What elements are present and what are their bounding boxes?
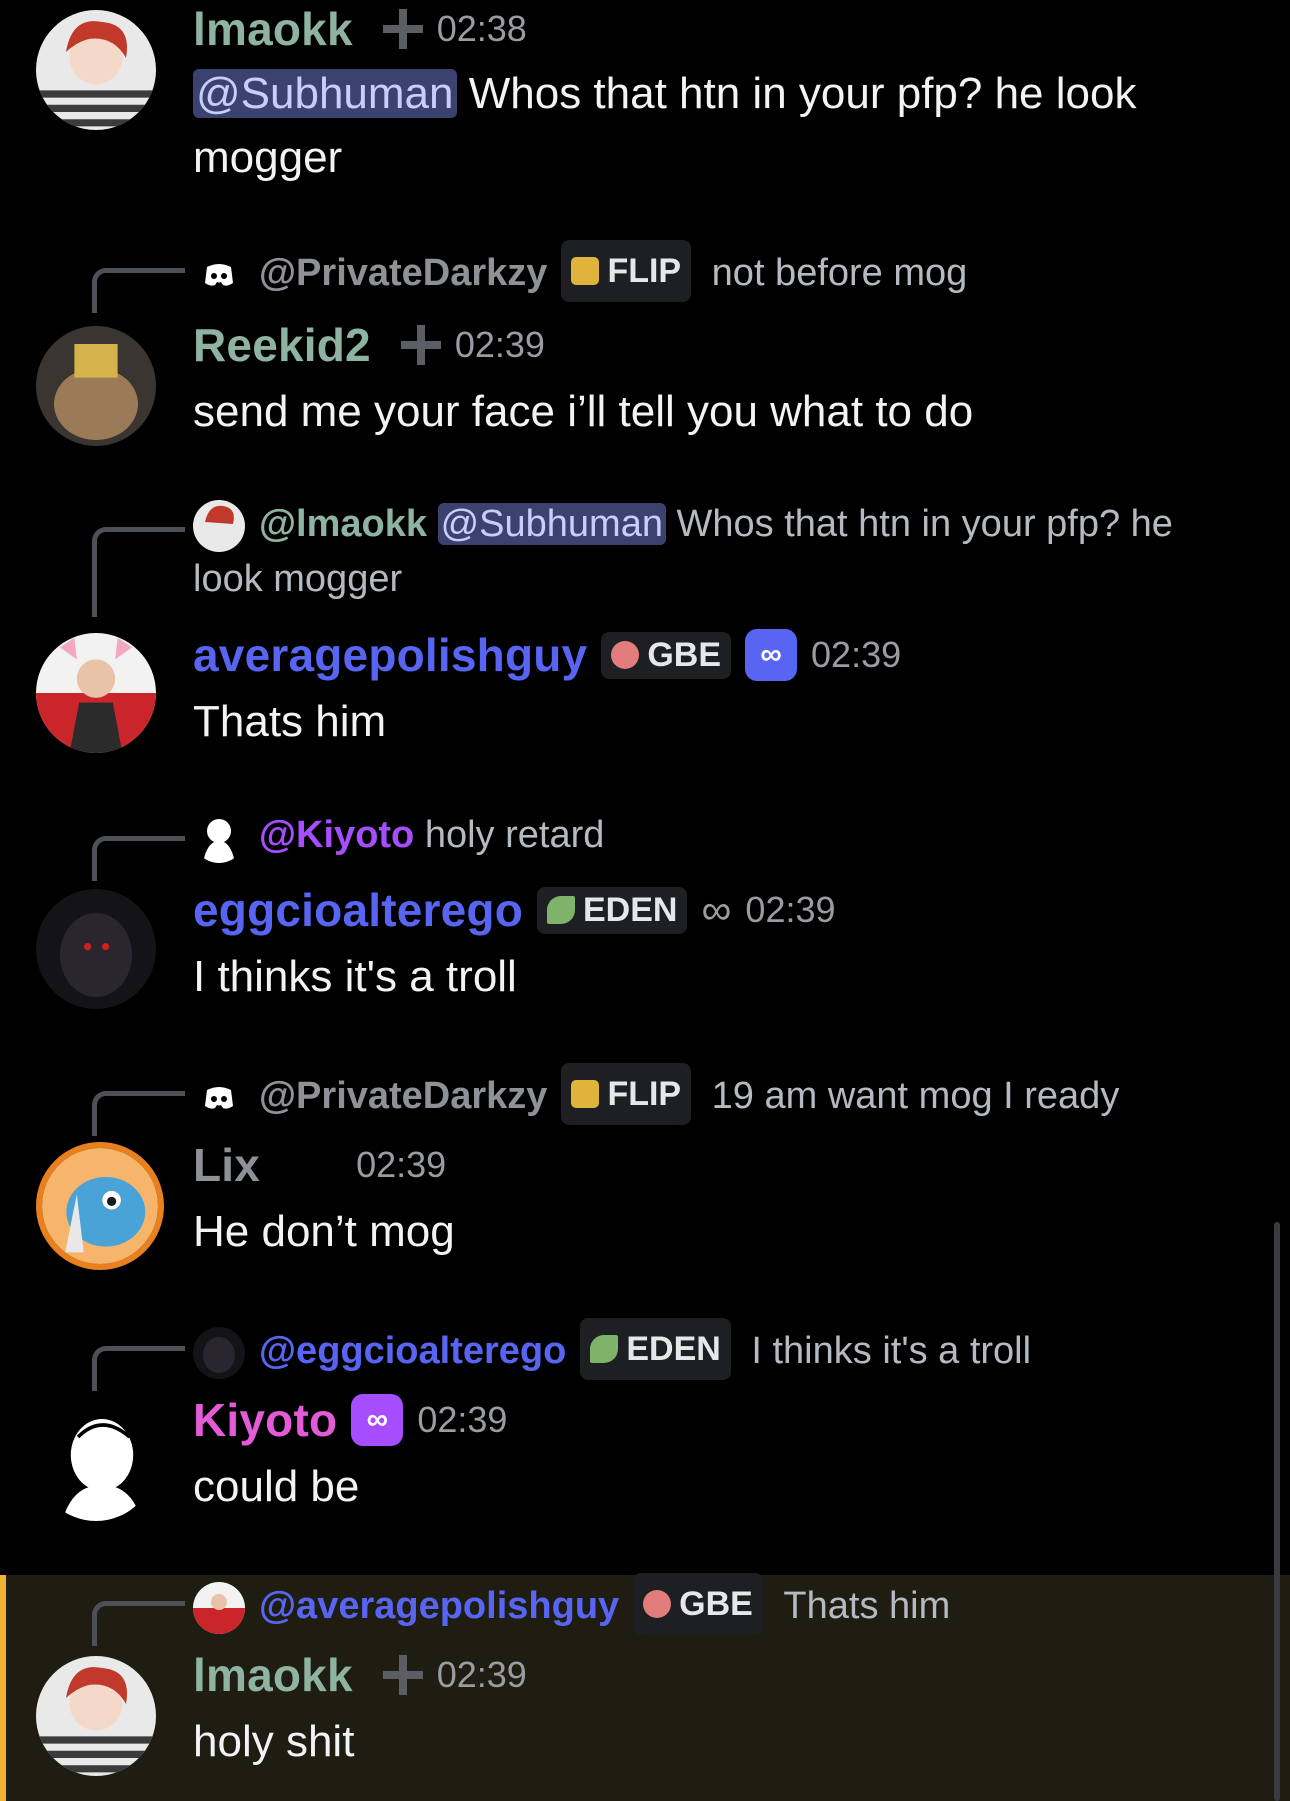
- avatar[interactable]: [36, 10, 156, 130]
- infinity-support-icon: ∞: [351, 1394, 404, 1446]
- reply-username[interactable]: @averagepolishguy: [259, 1585, 619, 1627]
- reply-spine: [92, 1601, 185, 1646]
- reply-spine: [92, 268, 185, 313]
- timestamp: 02:39: [811, 634, 902, 675]
- discord-icon: [193, 248, 245, 301]
- username[interactable]: Lix: [193, 1138, 260, 1192]
- infinity-support-icon: ∞: [745, 629, 798, 681]
- role-tag: GBE: [601, 631, 732, 679]
- reply-avatar: [193, 810, 245, 863]
- avatar-lmaokk-icon: [36, 10, 156, 130]
- mention[interactable]: @Subhuman: [193, 69, 457, 118]
- username[interactable]: averagepolishguy: [193, 628, 587, 682]
- highlight-accent-bar: [0, 1575, 6, 1801]
- role-tag: GBE: [633, 1573, 763, 1635]
- message-text: could be: [193, 1462, 360, 1511]
- username[interactable]: Kiyoto: [193, 1393, 337, 1447]
- money-icon: [571, 1080, 600, 1108]
- role-tag: FLIP: [561, 240, 692, 302]
- gem-icon: [643, 1590, 672, 1618]
- plus-icon: [400, 325, 441, 365]
- avatar-averagepolishguy-icon: [36, 633, 156, 753]
- plus-icon: [382, 9, 423, 49]
- reply-username[interactable]: @PrivateDarkzy: [259, 1075, 547, 1117]
- username[interactable]: Reekid2: [193, 318, 371, 372]
- avatar[interactable]: [36, 1142, 164, 1270]
- scrollbar[interactable]: [1274, 1222, 1280, 1801]
- leaf-icon: [590, 1335, 619, 1363]
- avatar[interactable]: [36, 889, 156, 1009]
- role-tag: EDEN: [580, 1318, 731, 1380]
- message-text: He don’t mog: [193, 1207, 455, 1256]
- role-tag: EDEN: [537, 886, 688, 934]
- timestamp: 02:39: [417, 1399, 508, 1440]
- money-icon: [571, 257, 600, 285]
- message-text: @Subhuman Whos that htn in your pfp? he …: [193, 62, 1170, 190]
- reply-spine: [92, 1346, 185, 1391]
- reply-text: 19 am want mog I ready: [711, 1075, 1120, 1117]
- plus-icon: [382, 1655, 423, 1695]
- username[interactable]: lmaokk: [193, 2, 353, 56]
- message-text: send me your face i’ll tell you what to …: [193, 387, 974, 436]
- reply-username[interactable]: @eggcioalterego: [259, 1330, 566, 1372]
- gem-icon: [611, 641, 640, 669]
- avatar[interactable]: [36, 326, 156, 446]
- leaf-icon: [547, 896, 575, 924]
- reply-avatar: [193, 499, 245, 552]
- reply-text: holy retard: [424, 814, 605, 856]
- reply-avatar: [193, 1581, 245, 1634]
- mention[interactable]: @Subhuman: [437, 503, 666, 545]
- infinity-icon: ∞: [701, 886, 732, 933]
- reply-text: I thinks it's a troll: [751, 1330, 1032, 1372]
- timestamp: 02:39: [745, 889, 836, 930]
- reply-spine: [92, 836, 185, 881]
- avatar-reekid2-icon: [36, 326, 156, 446]
- avatar[interactable]: [36, 633, 156, 753]
- discord-icon: [193, 1071, 245, 1124]
- reply-username[interactable]: @Kiyoto: [259, 814, 414, 856]
- message-text: Thats him: [193, 697, 387, 746]
- username[interactable]: lmaokk: [193, 1648, 353, 1702]
- reply-avatar: [193, 1326, 245, 1379]
- reply-text: not before mog: [711, 252, 968, 294]
- avatar[interactable]: [36, 1401, 156, 1521]
- message-text: holy shit: [193, 1717, 355, 1766]
- timestamp: 02:38: [436, 8, 527, 49]
- reply-spine: [92, 1091, 185, 1136]
- avatar-kiyoto-icon: [36, 1401, 156, 1521]
- timestamp: 02:39: [356, 1144, 447, 1185]
- avatar-lix-icon: [42, 1148, 158, 1264]
- username[interactable]: eggcioalterego: [193, 883, 523, 937]
- message-text: I thinks it's a troll: [193, 952, 517, 1001]
- timestamp: 02:39: [436, 1654, 527, 1695]
- reply-username[interactable]: @lmaokk: [259, 503, 427, 545]
- reply-username[interactable]: @PrivateDarkzy: [259, 252, 547, 294]
- avatar-eggcioalterego-icon: [36, 889, 156, 1009]
- reply-text: Thats him: [783, 1585, 951, 1627]
- role-tag: FLIP: [561, 1063, 692, 1125]
- avatar-lmaokk-icon: [36, 1656, 156, 1776]
- timestamp: 02:39: [454, 324, 545, 365]
- reply-spine: [92, 527, 185, 617]
- avatar[interactable]: [36, 1656, 156, 1776]
